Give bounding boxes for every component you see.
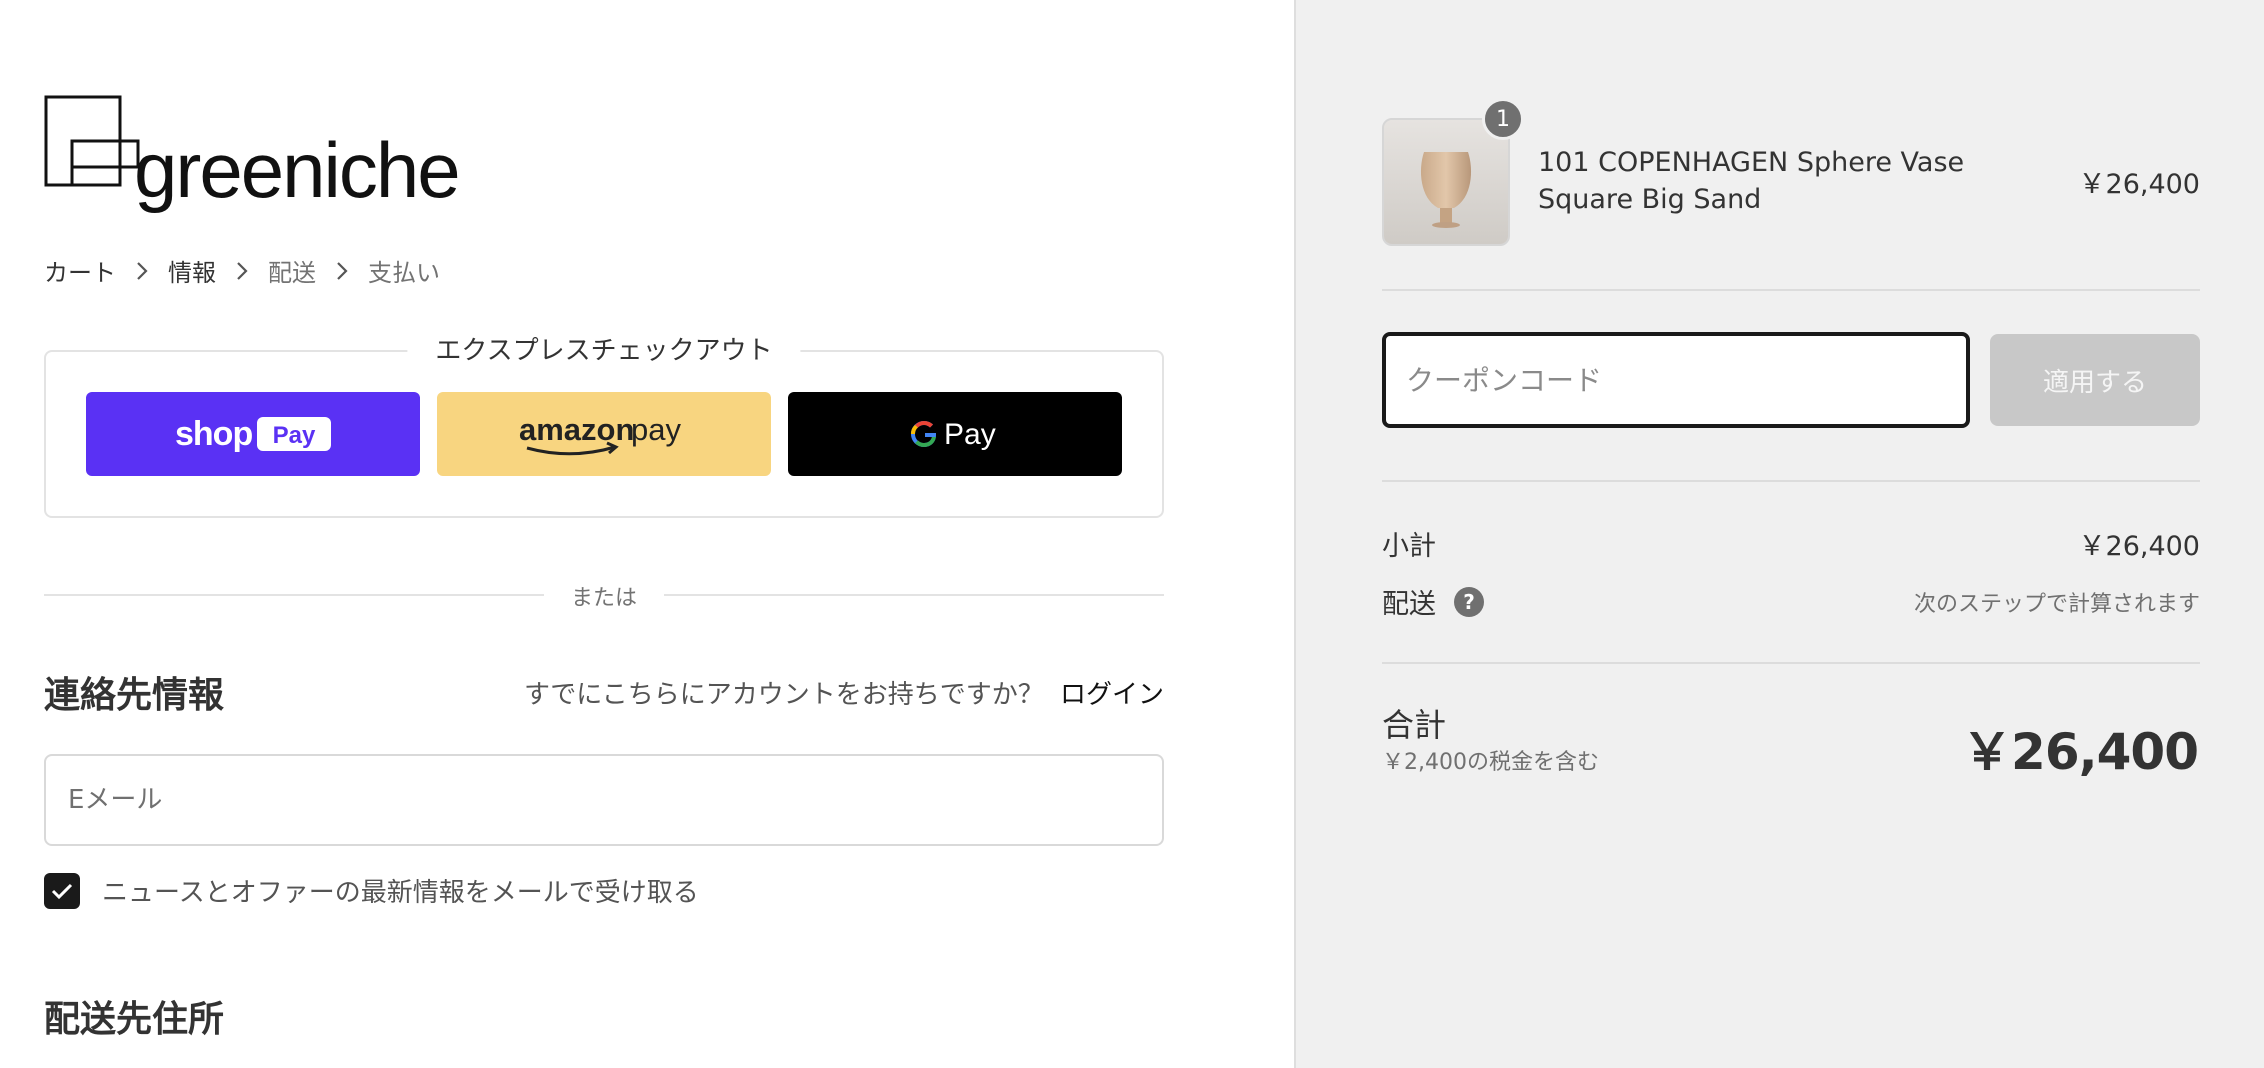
svg-text:amazon: amazon <box>519 412 634 447</box>
subtotal-row: 小計 ￥26,400 <box>1382 524 2200 563</box>
breadcrumb-information: 情報 <box>168 259 216 287</box>
apply-coupon-button[interactable]: 適用する <box>1990 334 2200 426</box>
divider-line <box>1382 480 2200 482</box>
shipping-label-wrap: 配送 ? <box>1382 582 1484 621</box>
tax-note: ￥2,400の税金を含む <box>1382 750 1599 775</box>
newsletter-option: ニュースとオファーの最新情報をメールで受け取る <box>44 872 699 909</box>
svg-text:shop: shop <box>175 415 252 453</box>
chevron-right-icon <box>316 261 368 281</box>
breadcrumb-payment: 支払い <box>368 259 440 287</box>
contact-title: 連絡先情報 <box>44 675 225 716</box>
subtotal-value: ￥26,400 <box>2078 531 2200 562</box>
shop-pay-logo-icon: shop Pay <box>175 415 331 453</box>
shipping-address-title: 配送先住所 <box>44 999 225 1040</box>
cart-item: 1 101 COPENHAGEN Sphere Vase Square Big … <box>1382 98 2200 246</box>
help-icon[interactable]: ? <box>1454 586 1484 617</box>
subtotal-label: 小計 <box>1382 531 1436 562</box>
brand-logo[interactable]: greeniche <box>44 95 461 209</box>
newsletter-checkbox[interactable] <box>44 872 80 909</box>
chevron-right-icon <box>116 261 168 281</box>
account-prompt: すでにこちらにアカウントをお持ちですか？ <box>523 679 1044 710</box>
divider-line <box>1382 289 2200 291</box>
svg-text:pay: pay <box>631 412 681 447</box>
vase-image-icon <box>1384 120 1508 244</box>
shipping-label: 配送 <box>1382 589 1436 620</box>
login-link[interactable]: ログイン <box>1060 680 1164 710</box>
product-thumbnail <box>1382 118 1510 246</box>
chevron-right-icon <box>216 261 268 281</box>
express-checkout: エクスプレスチェックアウト shop Pay amazon pay Pay <box>44 330 1164 518</box>
email-field[interactable] <box>44 754 1164 846</box>
order-summary: 1 101 COPENHAGEN Sphere Vase Square Big … <box>1294 0 2264 1068</box>
svg-text:Pay: Pay <box>944 418 996 451</box>
divider-line <box>1382 662 2200 664</box>
product-name: 101 COPENHAGEN Sphere Vase Square Big Sa… <box>1538 147 1965 215</box>
or-label: または <box>570 586 638 611</box>
checkmark-icon <box>51 883 73 899</box>
contact-header: 連絡先情報 すでにこちらにアカウントをお持ちですか？ ログイン <box>44 666 1164 718</box>
total-label: 合計 <box>1382 706 1447 744</box>
shipping-value: 次のステップで計算されます <box>1913 591 2200 617</box>
total-value: ￥26,400 <box>1962 723 2199 781</box>
breadcrumb-shipping: 配送 <box>268 259 316 287</box>
divider-line <box>664 594 1164 596</box>
brand-name: greeniche <box>134 126 461 214</box>
newsletter-label: ニュースとオファーの最新情報をメールで受け取る <box>102 878 699 908</box>
quantity-badge: 1 <box>1482 98 1524 140</box>
breadcrumb: カート 情報 配送 支払い <box>44 253 440 288</box>
amazon-pay-button[interactable]: amazon pay <box>437 392 771 476</box>
checkout-main: greeniche カート 情報 配送 支払い エクスプレスチェックアウト sh… <box>0 0 1294 1068</box>
breadcrumb-cart[interactable]: カート <box>44 253 116 288</box>
checkout-page: greeniche カート 情報 配送 支払い エクスプレスチェックアウト sh… <box>0 0 2264 1068</box>
coupon-input[interactable] <box>1382 332 1970 428</box>
google-pay-button[interactable]: Pay <box>788 392 1122 476</box>
svg-text:Pay: Pay <box>273 422 316 449</box>
or-divider: または <box>44 580 1164 611</box>
shop-pay-button[interactable]: shop Pay <box>86 392 420 476</box>
google-pay-logo-icon: Pay <box>911 418 996 451</box>
product-price: ￥26,400 <box>2078 169 2200 200</box>
express-checkout-title: エクスプレスチェックアウト <box>407 330 801 367</box>
divider-line <box>44 594 544 596</box>
logo-mark-icon <box>44 95 140 187</box>
login-prompt: すでにこちらにアカウントをお持ちですか？ ログイン <box>524 674 1164 711</box>
amazon-pay-logo-icon: amazon pay <box>519 412 681 456</box>
shipping-row: 配送 ? 次のステップで計算されます <box>1382 582 2200 621</box>
